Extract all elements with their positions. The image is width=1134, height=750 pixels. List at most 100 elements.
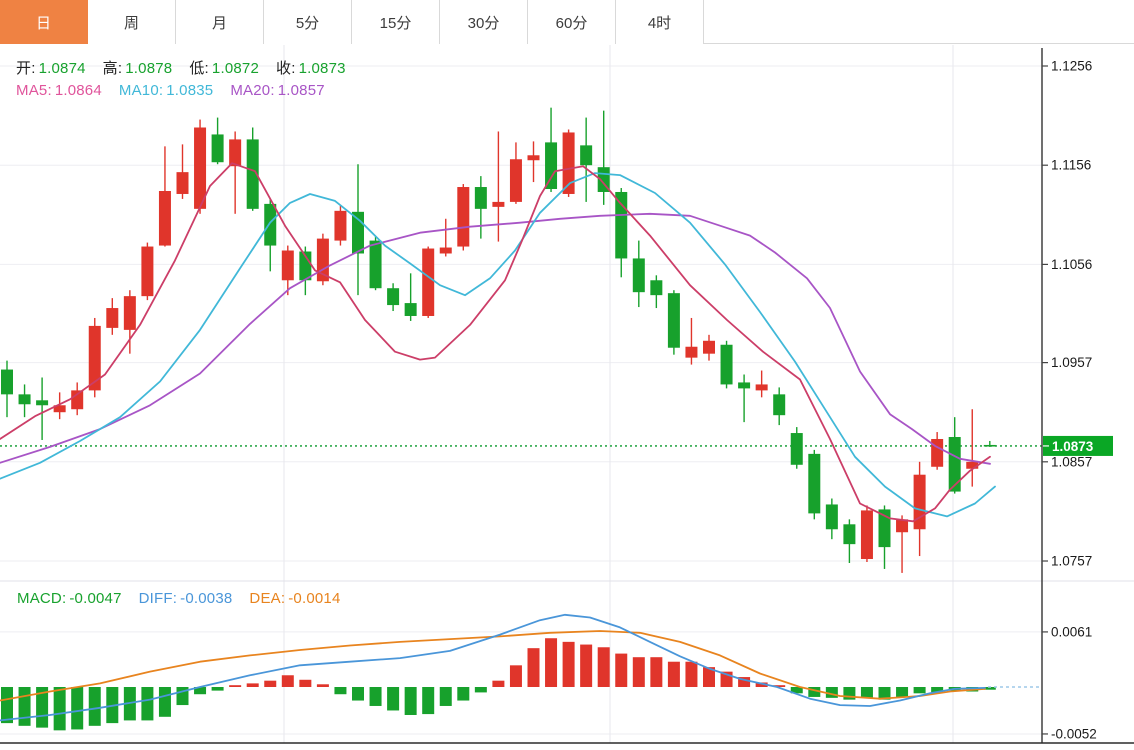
ohlc-item: 收:1.0873	[276, 60, 346, 77]
macd-bar	[650, 657, 662, 687]
macd-bar	[528, 648, 540, 687]
candle-body	[633, 258, 645, 292]
tab-日[interactable]: 日	[0, 0, 88, 44]
tab-30分[interactable]: 30分	[440, 0, 528, 44]
macd-bar	[422, 687, 434, 714]
candle-body	[475, 187, 487, 209]
axis-tick-label: 1.0957	[1051, 355, 1092, 370]
macd-bar	[212, 687, 224, 691]
candle-body	[685, 347, 697, 358]
macd-bar	[229, 685, 241, 687]
macd-bar	[457, 687, 469, 701]
candle-body	[931, 439, 943, 467]
candle-body	[422, 249, 434, 316]
legend-label: 收:	[276, 60, 296, 77]
legend-value: 1.0857	[278, 82, 325, 99]
ohlc-item: 高:1.0878	[103, 60, 173, 77]
macd-bar	[440, 687, 452, 706]
macd-bar	[668, 662, 680, 687]
legend-value: 1.0872	[212, 60, 259, 77]
ohlc-item: 开:1.0874	[16, 60, 86, 77]
macd-bar	[54, 687, 66, 730]
macd-item: MACD:-0.0047	[17, 590, 122, 607]
legend-value: 1.0835	[166, 82, 213, 99]
axis-tick-label: 0.0061	[1051, 624, 1092, 639]
candle-body	[334, 211, 346, 241]
macd-bar	[914, 687, 926, 693]
candle-body	[106, 308, 118, 328]
macd-bar	[282, 675, 294, 687]
axis-tick-label: 1.0857	[1051, 454, 1092, 469]
macd-bar	[545, 638, 557, 687]
macd-item: DEA:-0.0014	[249, 590, 340, 607]
ma5-line	[0, 163, 990, 521]
ma-legend: MA5:1.0864 MA10:1.0835 MA20:1.0857	[16, 82, 342, 99]
candle-body	[791, 433, 803, 465]
candle-body	[212, 134, 224, 162]
candle-body	[721, 345, 733, 385]
tab-4时[interactable]: 4时	[616, 0, 704, 44]
candle-body	[615, 192, 627, 258]
candle-body	[229, 139, 241, 166]
tab-5分[interactable]: 5分	[264, 0, 352, 44]
candle-body	[756, 384, 768, 390]
axis-tick-label: -0.0052	[1051, 726, 1097, 741]
ma-item: MA5:1.0864	[16, 82, 102, 99]
legend-value: -0.0038	[180, 590, 232, 607]
candle-body	[1, 370, 13, 395]
ohlc-item: 低:1.0872	[189, 60, 259, 77]
axis-tick-label: 1.1156	[1051, 158, 1091, 173]
macd-legend: MACD:-0.0047DIFF:-0.0038DEA:-0.0014	[17, 590, 358, 607]
macd-bar	[247, 683, 259, 687]
legend-label: MA5:	[16, 82, 52, 99]
candles-layer	[1, 108, 996, 573]
candle-body	[528, 155, 540, 160]
macd-histogram	[1, 638, 996, 730]
candle-body	[405, 303, 417, 316]
macd-bar	[387, 687, 399, 710]
legend-label: MA10:	[119, 82, 163, 99]
candle-body	[861, 510, 873, 559]
candle-body	[36, 400, 48, 405]
ohlc-legend: 开:1.0874 高:1.0878 低:1.0872 收:1.0873	[16, 57, 363, 78]
macd-bar	[334, 687, 346, 694]
macd-bar	[19, 687, 31, 726]
macd-bar	[510, 665, 522, 687]
macd-bar	[580, 645, 592, 687]
ma-item: MA10:1.0835	[119, 82, 213, 99]
candle-body	[387, 288, 399, 305]
tab-15分[interactable]: 15分	[352, 0, 440, 44]
macd-bar	[405, 687, 417, 715]
macd-bar	[492, 681, 504, 687]
tab-60分[interactable]: 60分	[528, 0, 616, 44]
legend-value: 1.0878	[125, 60, 172, 77]
legend-label: MACD:	[17, 590, 66, 607]
ma-item: MA20:1.0857	[230, 82, 324, 99]
candle-body	[159, 191, 171, 246]
candle-body	[843, 524, 855, 544]
legend-value: 1.0873	[299, 60, 346, 77]
candle-body	[668, 293, 680, 348]
candle-body	[124, 296, 136, 330]
timeframe-tabbar: 日周月5分15分30分60分4时	[0, 0, 1134, 44]
macd-bar	[475, 687, 487, 692]
macd-bar	[563, 642, 575, 687]
tab-月[interactable]: 月	[176, 0, 264, 44]
legend-value: -0.0014	[288, 590, 340, 607]
macd-bar	[896, 687, 908, 697]
candle-body	[177, 172, 189, 194]
candle-body	[773, 394, 785, 415]
macd-bar	[598, 647, 610, 687]
candle-body	[650, 280, 662, 295]
legend-value: 1.0864	[55, 82, 102, 99]
macd-bar	[317, 684, 329, 687]
candle-body	[545, 142, 557, 189]
macd-bar	[89, 687, 101, 726]
candlestick-chart[interactable]: 1.12561.11561.10561.09571.08571.07570.00…	[0, 0, 1134, 750]
macd-bar	[71, 687, 83, 729]
candle-body	[984, 445, 996, 447]
candle-body	[141, 247, 153, 297]
tab-周[interactable]: 周	[88, 0, 176, 44]
legend-label: 开:	[16, 60, 36, 77]
legend-value: -0.0047	[69, 590, 121, 607]
